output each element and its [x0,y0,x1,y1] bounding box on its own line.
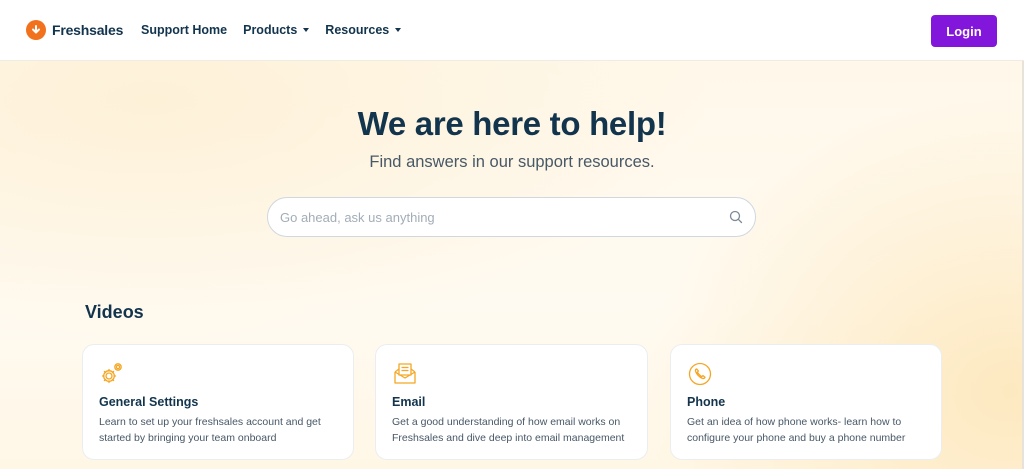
main-nav: Support Home Products Resources [141,23,417,37]
card-phone[interactable]: Phone Get an idea of how phone works- le… [670,344,942,460]
freshsales-logo-icon [26,20,46,40]
page-title: We are here to help! [357,105,667,142]
card-description: Get a good understanding of how email wo… [392,416,625,444]
card-title: Email [392,395,426,409]
card-general-settings[interactable]: General Settings Learn to set up your fr… [82,344,354,460]
nav-products[interactable]: Products [243,23,310,37]
gear-icon [99,361,125,392]
chevron-down-icon [303,28,310,32]
nav-support-home[interactable]: Support Home [141,23,227,37]
search-input[interactable] [280,202,710,232]
search-bar[interactable] [267,197,756,237]
envelope-icon [392,361,418,392]
brand-name: Freshsales [52,22,124,38]
chevron-down-icon [395,28,402,32]
freshsales-logo[interactable]: Freshsales [26,20,123,40]
nav-support-home-label: Support Home [141,23,228,37]
videos-heading: Videos [85,302,144,322]
nav-resources-label: Resources [325,23,390,37]
top-navbar: Freshsales Support Home Products Resourc… [0,0,1024,61]
card-description: Learn to set up your freshsales account … [99,416,321,444]
page-subtitle: Find answers in our support resources. [369,153,655,171]
phone-icon [687,361,713,392]
card-email[interactable]: Email Get a good understanding of how em… [375,344,648,460]
card-description: Get an idea of how phone works- learn ho… [687,416,906,444]
login-button[interactable]: Login [931,15,997,47]
nav-products-label: Products [243,23,298,37]
card-title: General Settings [99,395,199,409]
card-title: Phone [687,395,726,409]
search-icon[interactable] [729,210,743,229]
nav-resources[interactable]: Resources [325,23,402,37]
